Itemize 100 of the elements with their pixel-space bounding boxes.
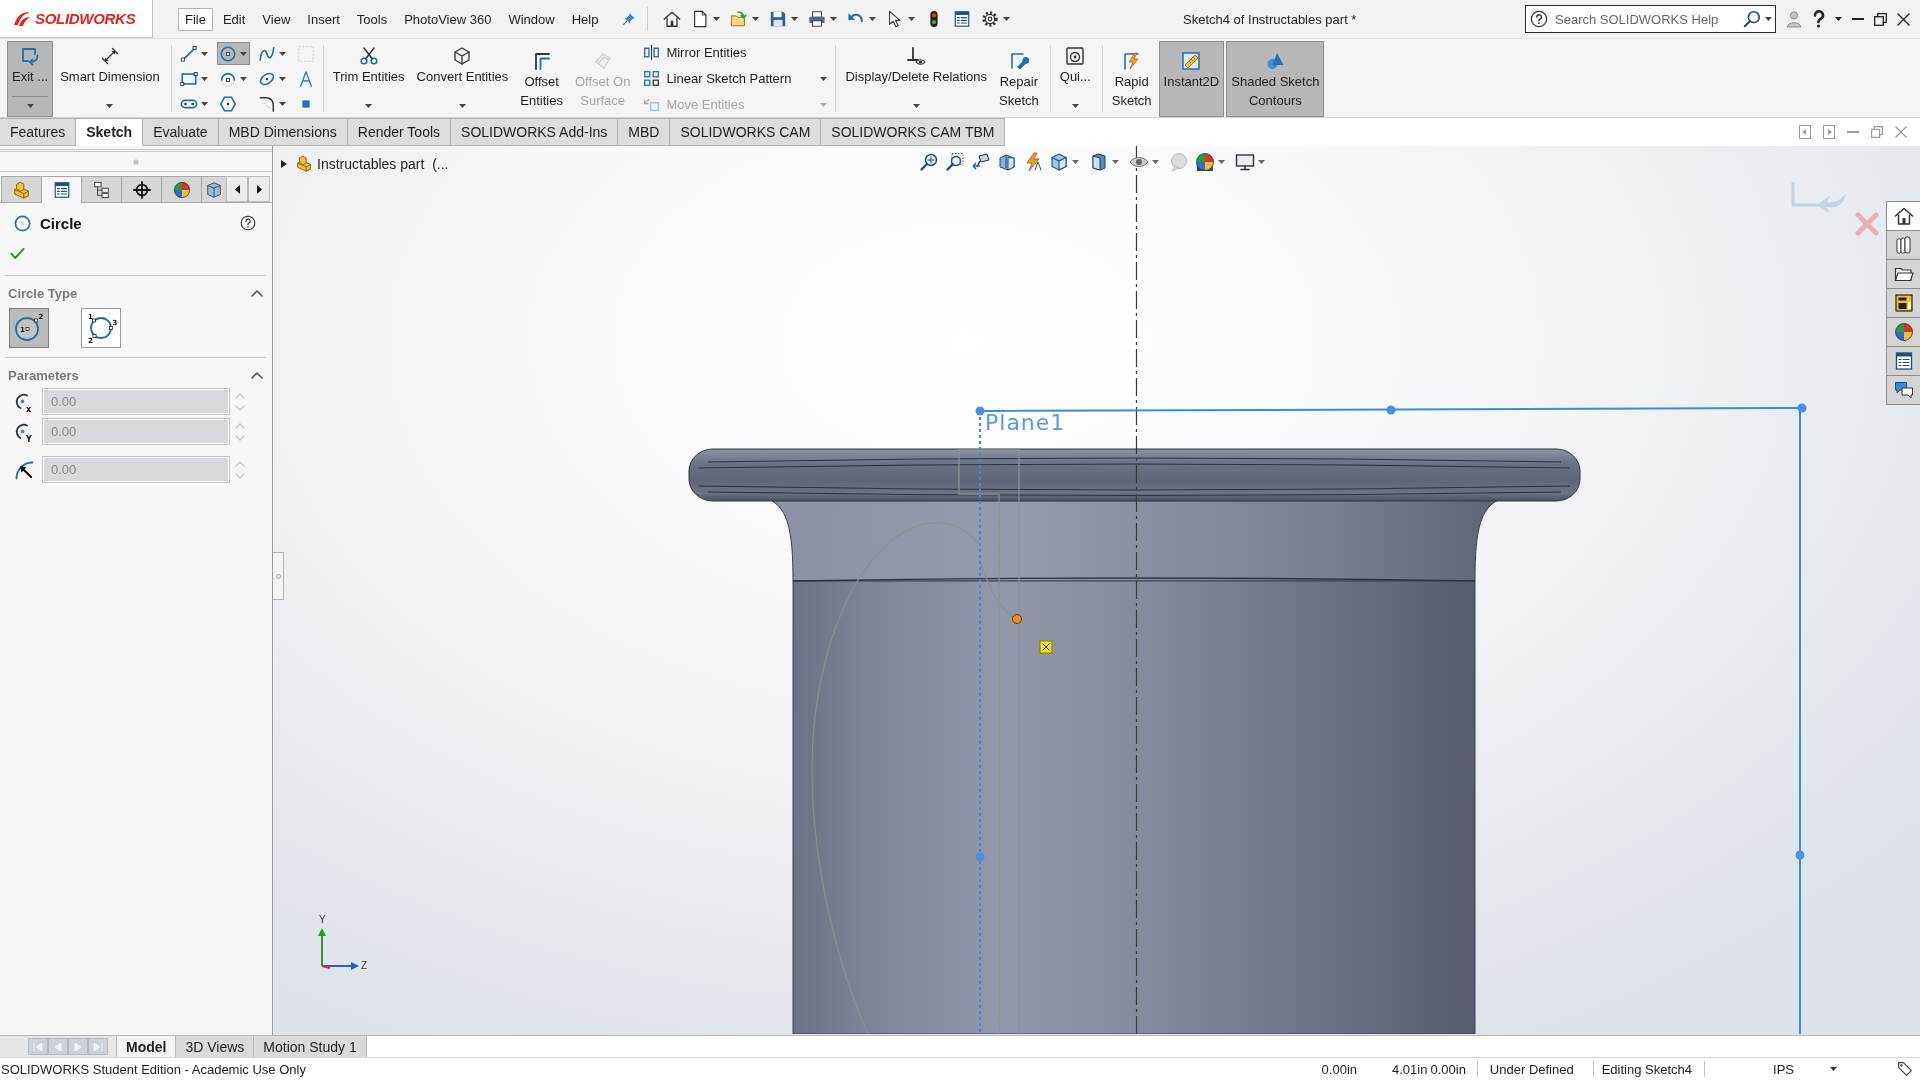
model-tab[interactable]: Model: [116, 1036, 176, 1057]
caret-icon[interactable]: [200, 101, 208, 106]
rapid-sketch-button[interactable]: Rapid Sketch: [1106, 41, 1157, 117]
ribbon-tab[interactable]: SOLIDWORKS CAM TBM: [821, 118, 1006, 146]
caret-icon[interactable]: [713, 17, 721, 21]
caret-icon[interactable]: [1835, 17, 1842, 21]
offset-entities-button[interactable]: Offset Entities: [515, 41, 568, 117]
task-pane-tab[interactable]: [1886, 375, 1920, 405]
color-ball-icon[interactable]: [1195, 152, 1215, 172]
magnifier-target-icon[interactable]: [919, 152, 939, 172]
caret-icon[interactable]: [278, 51, 286, 56]
linear-sketch-pattern-button[interactable]: Linear Sketch Pattern: [641, 67, 830, 90]
file-list-icon[interactable]: [953, 10, 972, 28]
trim-entities-button[interactable]: Trim Entities: [327, 41, 410, 117]
ribbon-tab[interactable]: MBD Dimensions: [218, 118, 348, 146]
cube-icon[interactable]: [1049, 152, 1069, 172]
repair-sketch-button[interactable]: Repair Sketch: [994, 41, 1044, 117]
shaded-sketch-contours-button[interactable]: Shaded Sketch Contours: [1226, 41, 1325, 117]
tree-item[interactable]: Instructables part (...: [317, 155, 449, 172]
chevron-up-icon[interactable]: [251, 289, 263, 297]
panel-tab[interactable]: [41, 176, 81, 203]
caret-icon[interactable]: [278, 101, 286, 106]
caret-icon[interactable]: [912, 104, 920, 108]
menu-item[interactable]: Tools: [349, 7, 395, 31]
exit-sketch-button[interactable]: Exit ...: [7, 41, 54, 117]
ribbon-tab[interactable]: SOLIDWORKS Add-Ins: [451, 118, 619, 146]
menu-item[interactable]: Edit: [215, 7, 253, 31]
panel-tab[interactable]: [121, 176, 161, 203]
search-field[interactable]: Search SOLIDWORKS Help: [1525, 5, 1776, 33]
caret-icon[interactable]: [1071, 104, 1079, 108]
model-tab[interactable]: Motion Study 1: [253, 1036, 366, 1057]
menu-item[interactable]: Window: [501, 7, 562, 31]
restore-icon[interactable]: [1874, 12, 1887, 26]
tag-icon[interactable]: [1897, 1061, 1913, 1077]
caret-icon[interactable]: [200, 51, 208, 56]
caret-icon[interactable]: [365, 104, 373, 108]
expand-arrow-icon[interactable]: [281, 159, 287, 168]
printer-icon[interactable]: [808, 10, 827, 28]
user-icon[interactable]: [1785, 10, 1803, 28]
ribbon-tab[interactable]: Features: [0, 118, 77, 146]
mirror-entities-button[interactable]: Mirror Entities: [641, 41, 830, 64]
task-pane-tab[interactable]: [1886, 201, 1920, 231]
caret-icon[interactable]: [1830, 1067, 1837, 1071]
shaded-cube-icon[interactable]: [1089, 152, 1109, 172]
arrow-frame-icon[interactable]: [971, 152, 991, 172]
ribbon-tab[interactable]: Evaluate: [143, 118, 219, 146]
panel-right-icon[interactable]: [1823, 125, 1835, 139]
panel-tab[interactable]: [81, 176, 121, 203]
caret-icon[interactable]: [200, 76, 208, 81]
task-pane-tab[interactable]: [1886, 346, 1920, 376]
check-icon[interactable]: [10, 247, 25, 260]
scroll-left-button[interactable]: [226, 176, 248, 202]
help-icon[interactable]: [1813, 10, 1825, 28]
smart-dimension-button[interactable]: Smart Dimension: [55, 41, 165, 117]
caret-icon[interactable]: [1003, 17, 1011, 21]
model-tab[interactable]: 3D Views: [175, 1036, 254, 1057]
caret-icon[interactable]: [830, 17, 838, 21]
task-pane-tab[interactable]: [1886, 259, 1920, 289]
caret-icon[interactable]: [278, 76, 286, 81]
settings-icon[interactable]: [981, 10, 1000, 28]
search-icon[interactable]: [1743, 10, 1761, 28]
caret-icon[interactable]: [1765, 17, 1772, 21]
menu-item[interactable]: File: [178, 7, 213, 31]
menu-item[interactable]: Insert: [300, 7, 347, 31]
monitor-icon[interactable]: [1235, 152, 1255, 172]
panel-left-icon[interactable]: [1799, 125, 1811, 139]
scroll-right-button[interactable]: [248, 176, 270, 202]
section-cube-icon[interactable]: [997, 152, 1017, 172]
caret-icon[interactable]: [908, 17, 916, 21]
ribbon-tab[interactable]: SOLIDWORKS CAM: [670, 118, 822, 146]
ribbon-tab[interactable]: MBD: [618, 118, 671, 146]
task-pane-tab[interactable]: [1886, 230, 1920, 260]
menu-item[interactable]: View: [255, 7, 298, 31]
page-icon[interactable]: [691, 10, 710, 28]
menu-item[interactable]: Help: [564, 7, 606, 31]
quick-snaps-button[interactable]: Qui...: [1054, 41, 1096, 117]
caret-icon[interactable]: [752, 17, 760, 21]
chevron-up-icon[interactable]: [251, 371, 263, 379]
instant2d-button[interactable]: Instant2D: [1158, 41, 1225, 117]
house-icon[interactable]: [663, 10, 682, 28]
caret-icon[interactable]: [791, 17, 799, 21]
caret-icon[interactable]: [458, 104, 466, 108]
lightning-icon[interactable]: [1023, 152, 1043, 172]
menu-item[interactable]: PhotoView 360: [397, 7, 499, 31]
caret-icon[interactable]: [239, 76, 247, 81]
save-icon[interactable]: [769, 10, 788, 28]
close-icon[interactable]: [1897, 12, 1910, 26]
pin-icon[interactable]: [622, 12, 637, 26]
caret-icon[interactable]: [106, 104, 114, 108]
panel-collapse-handle[interactable]: [273, 552, 284, 600]
unit-system[interactable]: IPS: [1773, 1061, 1794, 1077]
ribbon-tab[interactable]: Sketch: [76, 118, 144, 146]
circle-tool-button[interactable]: [216, 42, 250, 65]
help-circle-icon[interactable]: [240, 215, 256, 231]
display-delete-relations-button[interactable]: Display/Delete Relations: [840, 41, 992, 117]
caret-icon[interactable]: [820, 76, 828, 81]
convert-entities-button[interactable]: Convert Entities: [411, 41, 514, 117]
magnifier-box-icon[interactable]: [945, 152, 965, 172]
caret-icon[interactable]: [869, 17, 877, 21]
grip-dot-icon[interactable]: [133, 158, 139, 165]
